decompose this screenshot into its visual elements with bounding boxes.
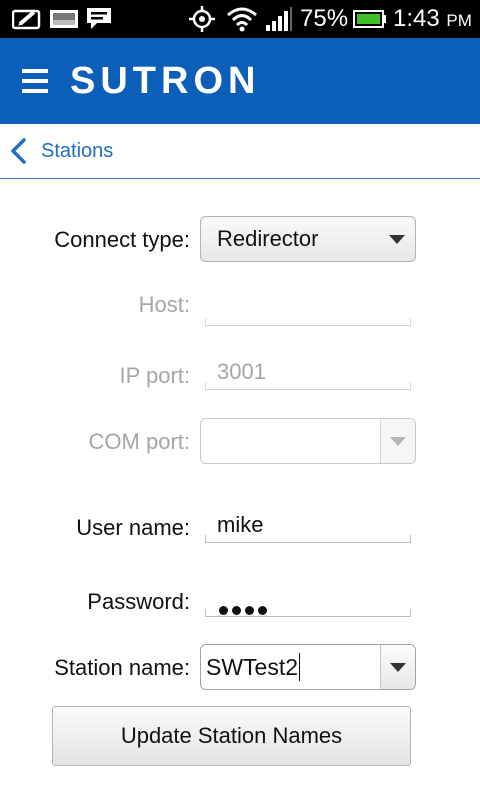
brand-logo: SUTRON <box>70 60 261 102</box>
station-name-label: Station name: <box>54 655 190 680</box>
battery-icon <box>352 0 388 38</box>
station-name-combo[interactable]: SWTest2 <box>200 644 416 690</box>
chevron-down-icon <box>390 663 406 672</box>
clock-ampm: PM <box>446 11 472 30</box>
chevron-down-icon <box>390 437 406 446</box>
update-station-names-button[interactable]: Update Station Names <box>52 706 411 766</box>
notification-icon <box>10 0 44 38</box>
breadcrumb[interactable]: Stations <box>0 124 480 179</box>
wifi-icon <box>225 0 259 38</box>
clock: 1:43 PM <box>393 0 472 38</box>
app-bar: SUTRON <box>0 38 480 124</box>
gps-icon <box>186 0 218 38</box>
user-name-value: mike <box>217 512 264 537</box>
chevron-left-icon <box>8 138 30 164</box>
user-name-field[interactable]: mike <box>205 508 411 543</box>
clock-time: 1:43 <box>393 5 440 32</box>
password-field[interactable] <box>205 582 411 617</box>
com-port-label: COM port: <box>88 429 190 454</box>
ip-port-value: 3001 <box>217 359 266 384</box>
station-name-field[interactable]: SWTest2 <box>201 645 382 689</box>
password-dots <box>219 595 271 621</box>
menu-icon[interactable] <box>22 69 48 93</box>
battery-percent: 75% <box>300 5 349 32</box>
com-port-dropdown-button[interactable] <box>380 419 415 463</box>
signal-icon <box>264 0 294 38</box>
com-port-combo[interactable] <box>200 418 416 464</box>
station-name-dropdown-button[interactable] <box>380 645 415 689</box>
connect-type-value: Redirector <box>217 226 319 251</box>
text-cursor <box>299 652 301 681</box>
status-bar: 75% 1:43 PM <box>0 0 480 38</box>
breadcrumb-label: Stations <box>41 140 114 162</box>
connect-type-select[interactable]: Redirector <box>200 216 416 262</box>
station-name-value: SWTest2 <box>206 654 299 680</box>
com-port-field[interactable] <box>201 419 382 463</box>
user-name-label: User name: <box>76 515 190 540</box>
station-name-value-wrap: SWTest2 <box>206 645 301 689</box>
connect-type-label: Connect type: <box>54 227 190 252</box>
ip-port-field[interactable]: 3001 <box>205 355 411 390</box>
password-label: Password: <box>87 589 190 614</box>
image-icon <box>48 0 80 38</box>
host-field[interactable] <box>205 291 411 326</box>
message-icon <box>84 0 114 38</box>
host-label: Host: <box>138 292 190 317</box>
chevron-down-icon <box>389 235 405 244</box>
ip-port-label: IP port: <box>119 363 190 388</box>
